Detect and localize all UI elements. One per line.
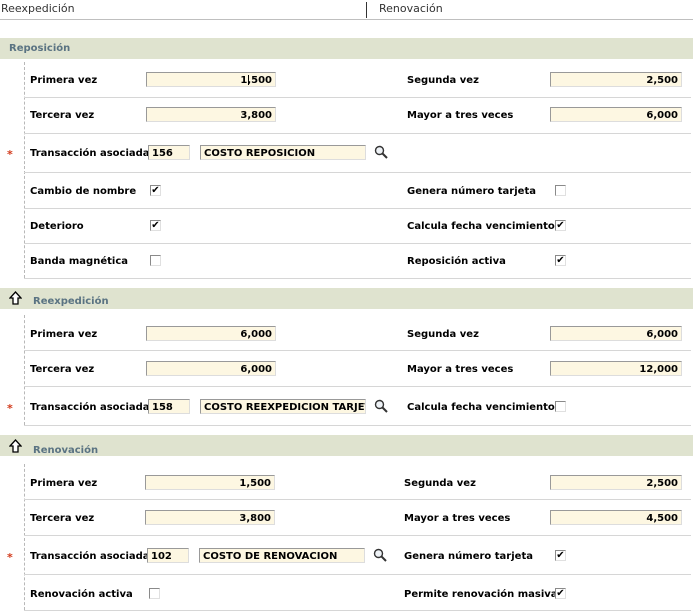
section-header-reposicion[interactable] (0, 38, 693, 59)
deterioro-label: Deterioro (30, 221, 84, 232)
row-divider (24, 535, 691, 536)
genera-numero-label: Genera número tarjeta (404, 551, 533, 562)
required-marker: * (7, 148, 13, 161)
row-divider (24, 610, 691, 611)
section-title-reexpedicion: Reexpedición (33, 296, 109, 307)
magnifier-icon[interactable] (373, 548, 387, 562)
genera-numero-checkbox[interactable]: ✔ (555, 550, 566, 561)
tercera-vez-input[interactable]: 3,800 (145, 510, 275, 525)
cambio-nombre-label: Cambio de nombre (30, 186, 137, 197)
required-marker: * (7, 402, 13, 415)
permite-renovacion-masiva-label: Permite renovación masiva (404, 589, 558, 600)
row-divider (24, 133, 691, 134)
banda-magnetica-label: Banda magnética (30, 256, 128, 267)
tercera-vez-label: Tercera vez (30, 513, 95, 524)
magnifier-icon[interactable] (374, 145, 388, 159)
magnifier-icon[interactable] (374, 399, 388, 413)
transaccion-desc-input[interactable]: COSTO DE RENOVACION (199, 548, 365, 563)
permite-renovacion-masiva-checkbox[interactable]: ✔ (555, 588, 566, 599)
transaccion-desc-input[interactable]: COSTO REEXPEDICION TARJETA (200, 399, 366, 414)
section-border (24, 62, 25, 278)
tab-divider (366, 2, 367, 18)
genera-numero-checkbox[interactable] (555, 185, 566, 196)
row-divider (24, 278, 691, 279)
tab-underline (0, 19, 693, 20)
up-arrow-icon[interactable] (9, 291, 22, 305)
primera-vez-label: Primera vez (30, 478, 98, 489)
row-divider (24, 574, 691, 575)
primera-vez-input[interactable]: 1,500 (145, 475, 275, 490)
transaccion-code-input[interactable]: 158 (148, 399, 190, 414)
segunda-vez-input[interactable]: 2,500 (550, 475, 682, 490)
row-divider (24, 350, 691, 351)
primera-vez-value: 1,500 (240, 75, 272, 86)
segunda-vez-input[interactable]: 6,000 (550, 326, 682, 341)
mayor-tres-veces-input[interactable]: 12,000 (550, 361, 682, 376)
cambio-nombre-checkbox[interactable]: ✔ (150, 185, 161, 196)
up-arrow-icon[interactable] (9, 439, 22, 453)
transaccion-code-input[interactable]: 156 (148, 145, 190, 160)
row-divider (24, 425, 691, 426)
primera-vez-input[interactable]: 1,500 (146, 72, 276, 87)
row-divider (24, 243, 691, 244)
tab-renovacion[interactable]: Renovación (379, 2, 443, 15)
reposicion-activa-checkbox[interactable]: ✔ (555, 255, 566, 266)
segunda-vez-input[interactable]: 2,500 (550, 72, 682, 87)
row-divider (24, 386, 691, 387)
primera-vez-label: Primera vez (30, 75, 98, 86)
transaccion-code-input[interactable]: 102 (147, 548, 189, 563)
primera-vez-input[interactable]: 6,000 (146, 326, 276, 341)
renovacion-activa-checkbox[interactable] (149, 588, 160, 599)
section-border (24, 315, 25, 425)
calcula-fecha-label: Calcula fecha vencimiento (407, 221, 555, 232)
renovacion-activa-label: Renovación activa (30, 589, 133, 600)
mayor-tres-veces-label: Mayor a tres veces (404, 513, 511, 524)
deterioro-checkbox[interactable]: ✔ (150, 220, 161, 231)
mayor-tres-veces-input[interactable]: 4,500 (550, 510, 682, 525)
segunda-vez-label: Segunda vez (407, 329, 479, 340)
primera-vez-label: Primera vez (30, 329, 98, 340)
mayor-tres-veces-label: Mayor a tres veces (407, 110, 514, 121)
genera-numero-label: Genera número tarjeta (407, 186, 536, 197)
transaccion-label: Transacción asociada (30, 402, 150, 413)
reposicion-activa-label: Reposición activa (407, 256, 506, 267)
transaccion-label: Transacción asociada (30, 148, 150, 159)
transaccion-label: Transacción asociada (30, 551, 150, 562)
segunda-vez-label: Segunda vez (404, 478, 476, 489)
row-divider (24, 172, 691, 173)
section-title-reposicion: Reposición (9, 43, 71, 54)
calcula-fecha-checkbox[interactable] (555, 401, 566, 412)
calcula-fecha-checkbox[interactable]: ✔ (555, 220, 566, 231)
text-cursor (248, 75, 249, 85)
transaccion-desc-input[interactable]: COSTO REPOSICION (200, 145, 366, 160)
section-header-renovacion[interactable] (0, 435, 693, 456)
row-divider (24, 97, 691, 98)
mayor-tres-veces-input[interactable]: 6,000 (550, 107, 682, 122)
tercera-vez-label: Tercera vez (30, 110, 95, 121)
tab-reexpedicion[interactable]: Reexpedición (1, 2, 75, 15)
banda-magnetica-checkbox[interactable] (150, 255, 161, 266)
mayor-tres-veces-label: Mayor a tres veces (407, 364, 514, 375)
row-divider (24, 499, 691, 500)
tercera-vez-input[interactable]: 6,000 (146, 361, 276, 376)
required-marker: * (7, 551, 13, 564)
tercera-vez-label: Tercera vez (30, 364, 95, 375)
calcula-fecha-label: Calcula fecha vencimiento (407, 402, 555, 413)
tercera-vez-input[interactable]: 3,800 (146, 107, 276, 122)
row-divider (24, 208, 691, 209)
section-title-renovacion: Renovación (33, 445, 99, 456)
segunda-vez-label: Segunda vez (407, 75, 479, 86)
section-border (24, 464, 25, 610)
